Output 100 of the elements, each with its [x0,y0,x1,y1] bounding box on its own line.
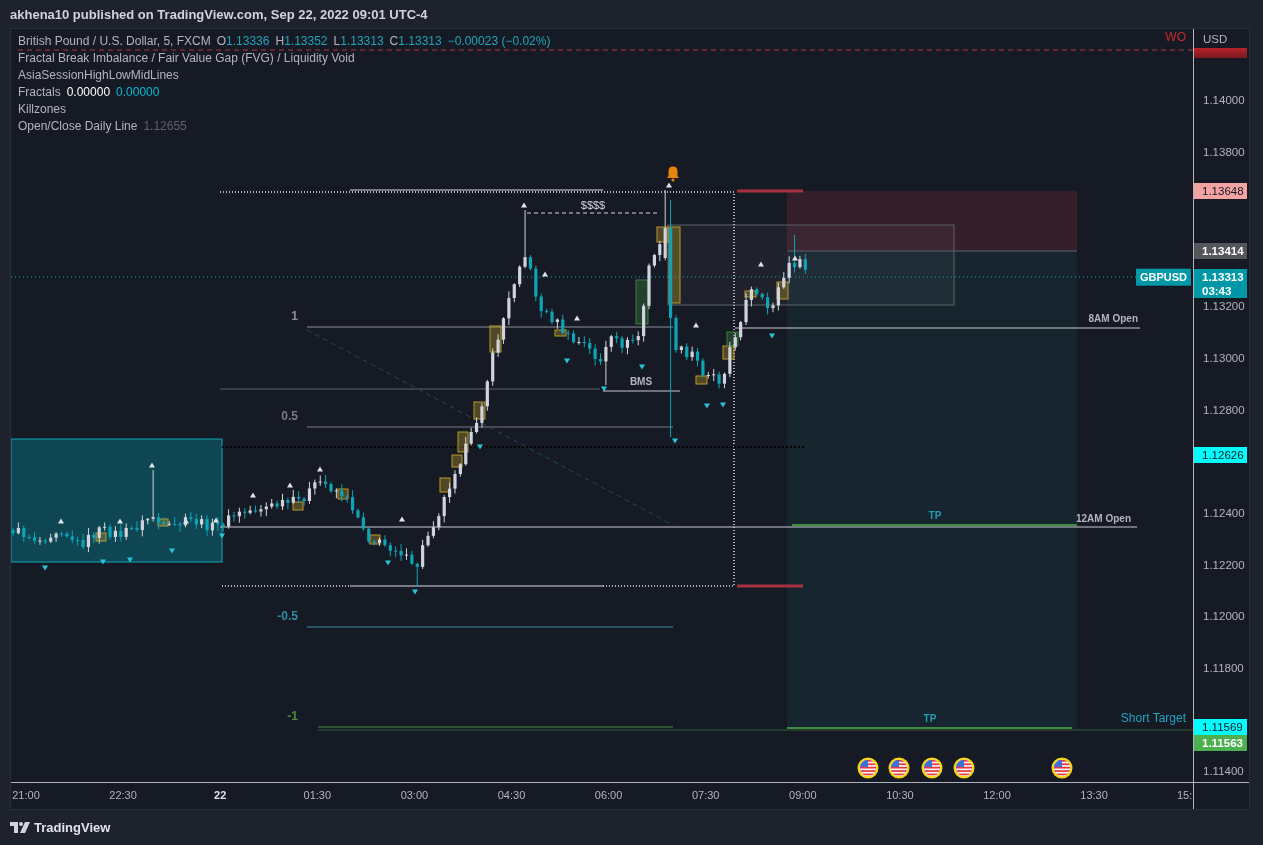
chart-annotation: WO [1165,31,1186,45]
time-tick-label: 03:00 [400,789,429,801]
price-tick-label: 1.12400 [1203,506,1245,519]
fractal-down-marker [219,533,225,539]
fractal-up-marker [542,271,548,277]
fractal-down-marker [385,560,391,566]
imbalance-box [635,279,649,325]
time-tick-label: 07:30 [691,789,720,801]
fractal-up-marker [213,517,219,523]
symbol-title: British Pound / U.S. Dollar, 5, FXCM [18,33,211,48]
price-marker: 1.11563 [1194,735,1247,752]
us-flag-icon [888,757,910,779]
price-change: −0.00023 (−0.02%) [447,33,551,48]
fractal-up-marker [117,518,123,524]
time-tick-label: 15: [1177,789,1193,801]
price-tick-label: 1.13800 [1203,145,1245,158]
fractal-down-marker [169,548,175,554]
logo-icon [10,822,30,833]
fractal-down-marker [564,358,570,364]
ohlc-value: C1.13313 [389,33,442,48]
indicator-name: Killzones [18,101,67,116]
indicator-value: 0.00000 [116,84,160,99]
fractal-up-marker [250,492,256,498]
price-tick-label: 1.14000 [1203,94,1245,106]
time-tick-label: 06:00 [594,789,623,801]
imbalance-box [726,331,739,347]
fractal-up-marker [693,322,699,328]
imbalance-box [722,345,735,360]
indicator-name: AsiaSessionHighLowMidLines [18,67,179,82]
fractal-up-marker [183,518,189,524]
fractal-down-marker [704,403,710,409]
imbalance-box [489,325,502,353]
chart-annotation: TP [923,713,937,725]
fractal-down-marker [639,364,645,370]
us-flag-icon [1051,757,1073,779]
imbalance-box [473,401,486,420]
price-marker: 1.13648 [1194,182,1247,199]
price-marker: 1.13414 [1194,243,1247,260]
imbalance-box [337,488,349,500]
imbalance-box [369,534,381,545]
fractal-down-marker [720,402,726,408]
time-tick-label: 21:00 [12,789,40,801]
fib-level-label: -1 [287,710,298,724]
us-flag-icon [857,757,879,779]
imbalance-box [95,532,107,542]
brand-name: TradingView [34,820,111,835]
stop-line [737,584,803,588]
price-marker: 1.12626 [1194,446,1247,463]
time-tick-label: 10:30 [886,789,914,801]
price-tick-label: 1.13000 [1203,352,1245,365]
fractal-up-marker [758,261,764,267]
time-tick-label: 22 [214,789,227,801]
price-label-tag [1194,48,1247,58]
indicator-name: Fractal Break Imbalance / Fair Value Gap (FVG) / Liquidity Void [18,50,355,65]
symbol-tag: GBPUSD [1135,268,1191,286]
price-marker: 1.11569 [1194,719,1247,736]
chart-annotation: BMS [629,376,653,388]
fractal-up-marker [287,482,293,488]
fractal-up-marker [317,466,323,472]
fractal-up-marker [521,202,527,208]
ohlc-value: L1.13313 [333,33,384,48]
time-tick-label: 04:30 [497,789,526,801]
us-flag-icon [921,757,943,779]
us-flag-icon [953,757,975,779]
fractal-down-marker [601,386,607,392]
fractal-down-marker [672,438,678,444]
currency-label: USD [1203,33,1228,45]
fib-level-label: 1 [291,310,298,324]
time-tick-label: 22:30 [109,789,137,801]
chart-annotation: TP [928,510,942,522]
chart-annotation: Short Target [1120,712,1186,726]
stop-line [737,189,803,193]
alert-bell-icon [667,166,679,182]
time-tick-label: 12:00 [983,789,1011,801]
fractal-up-marker [666,182,672,188]
fractal-down-marker [127,557,133,563]
fractal-down-marker [100,559,106,565]
fib-level-label: -0.5 [277,610,298,624]
chart-annotation: $$$$ [580,198,606,212]
imbalance-box [292,501,304,511]
price-tick-label: 1.11800 [1203,661,1244,674]
fib-level-label: 0.5 [281,410,298,424]
imbalance-box [554,329,567,337]
imbalance-box [157,518,169,527]
ohlc-value: O1.13336 [216,33,270,48]
chart-annotation: 12AM Open [1076,513,1131,525]
indicator-value: 0.00000 [66,84,111,99]
imbalance-box [439,477,451,493]
imbalance-box [776,281,789,300]
imbalance-box [695,375,708,385]
time-tick-label: 01:30 [303,789,332,801]
indicator-value: 1.12655 [143,118,187,133]
fractal-up-marker [792,255,798,261]
chart-annotation: 8AM Open [1088,313,1138,325]
indicator-name: Fractals [18,84,61,99]
price-tick-label: 1.12200 [1203,558,1245,571]
indicator-name: Open/Close Daily Line [18,118,138,133]
time-tick-label: 09:00 [789,789,817,801]
fractal-down-marker [769,333,775,339]
fractal-up-marker [58,518,64,524]
